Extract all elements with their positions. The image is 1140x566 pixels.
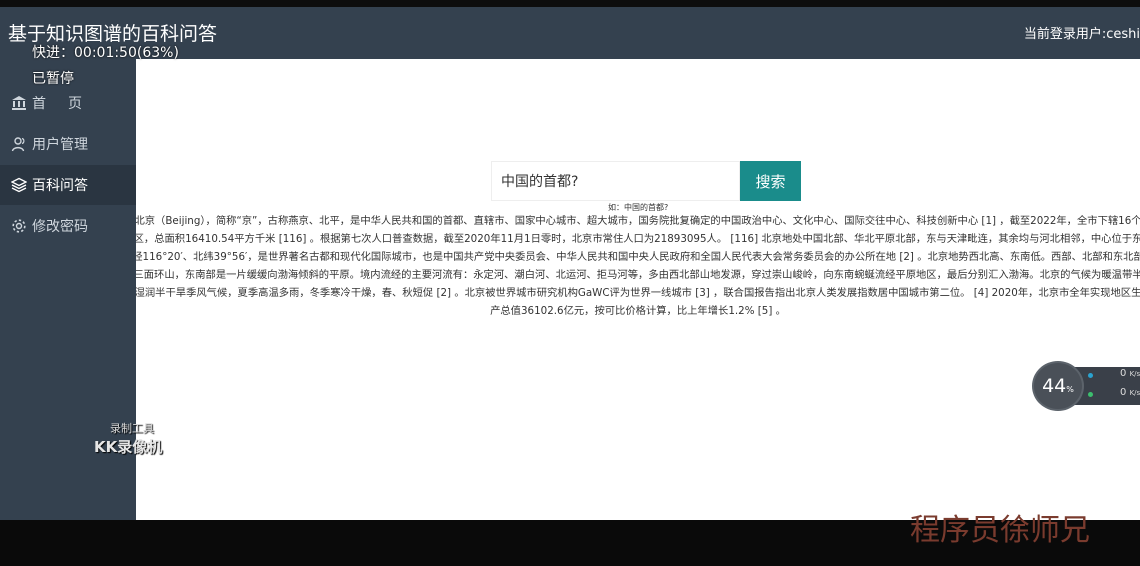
sidebar-item-label: 首页 — [32, 96, 104, 112]
bank-icon — [10, 94, 28, 112]
download-speed-value: 0 — [1120, 387, 1127, 398]
sidebar-item-home[interactable]: 首页 — [0, 83, 136, 123]
download-speed: 0 K/s — [1120, 387, 1140, 398]
speed-percent-circle: 44% — [1032, 361, 1084, 411]
search-button[interactable]: 搜索 — [740, 161, 801, 201]
sidebar-item-users[interactable]: 用户管理 — [0, 124, 136, 164]
sidebar-item-label: 修改密码 — [32, 219, 88, 235]
current-user-label: 当前登录用户:ceshi — [1023, 27, 1140, 42]
sidebar-item-change-password[interactable]: 修改密码 — [0, 206, 136, 246]
upload-speed-value: 0 — [1120, 368, 1127, 379]
sidebar-item-label: 用户管理 — [32, 137, 88, 153]
download-speed-unit: K/s — [1129, 389, 1140, 397]
recorder-watermark-caption: 录制工具 — [110, 422, 154, 435]
window-top-strip — [0, 0, 1140, 7]
upload-speed: 0 K/s — [1120, 368, 1140, 379]
speed-percent: 44 — [1042, 375, 1067, 397]
upload-dot-icon — [1088, 373, 1093, 378]
search-input[interactable] — [491, 161, 740, 201]
playback-progress: 快进：00:01:50(63%) — [32, 45, 179, 61]
network-speed-widget[interactable]: 44% 0 K/s 0 K/s — [1032, 361, 1140, 411]
gear-icon — [10, 217, 28, 235]
sidebar-item-qa[interactable]: 百科问答 — [0, 165, 136, 205]
users-icon — [10, 135, 28, 153]
author-signature: 程序员徐师兄 — [910, 513, 1090, 548]
main-content: 搜索 如：中国的首都? 北京（Beijing），简称“京”，古称燕京、北平，是中… — [136, 59, 1140, 520]
layers-icon — [10, 176, 28, 194]
answer-text: 北京（Beijing），简称“京”，古称燕京、北平，是中华人民共和国的首都、直辖… — [136, 215, 1140, 317]
playback-status: 已暂停 — [32, 71, 74, 87]
download-dot-icon — [1088, 392, 1093, 397]
upload-speed-unit: K/s — [1129, 370, 1140, 378]
speed-percent-unit: % — [1066, 384, 1074, 394]
sidebar-item-label: 百科问答 — [32, 178, 88, 194]
recorder-watermark-logo: KK录像机 — [94, 438, 163, 456]
screen: 基于知识图谱的百科问答 当前登录用户:ceshi 首页 用户管理 百科问答 修改… — [0, 0, 1140, 566]
